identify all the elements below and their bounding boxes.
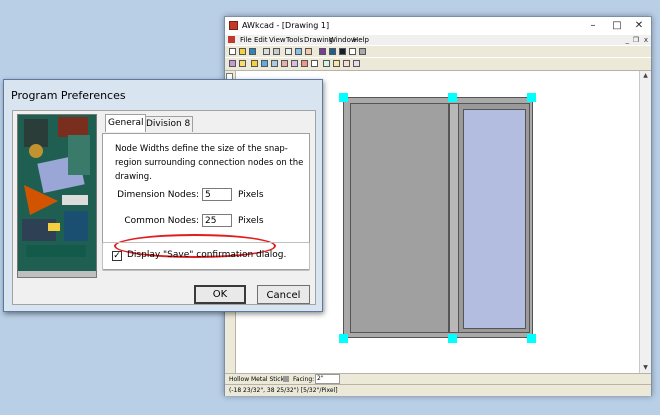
- right-panel[interactable]: [463, 109, 526, 329]
- line-icon[interactable]: [261, 60, 268, 67]
- properties-icon[interactable]: [353, 60, 360, 67]
- arc-icon[interactable]: [291, 60, 298, 67]
- display-save-checkbox[interactable]: ✓: [112, 251, 122, 261]
- stick-pick-icon[interactable]: [283, 376, 289, 382]
- common-nodes-label: Common Nodes:: [124, 216, 199, 226]
- common-nodes-input[interactable]: 25: [202, 214, 232, 227]
- menu-edit[interactable]: Edit: [254, 35, 268, 45]
- zoom-icon[interactable]: [323, 60, 330, 67]
- dialog-title: Program Preferences: [11, 89, 126, 102]
- refresh-icon[interactable]: [343, 60, 350, 67]
- cut-icon[interactable]: [285, 48, 292, 55]
- preview-icon[interactable]: [273, 48, 280, 55]
- grid-icon[interactable]: [229, 60, 236, 67]
- mdi-close-icon[interactable]: x: [644, 35, 648, 45]
- print-icon[interactable]: [263, 48, 270, 55]
- image-strip: [18, 271, 96, 277]
- dimension-nodes-unit: Pixels: [238, 190, 264, 200]
- scroll-down-icon[interactable]: ▼: [640, 363, 651, 373]
- common-nodes-unit: Pixels: [238, 216, 264, 226]
- maximize-icon[interactable]: □: [607, 17, 627, 35]
- app-logo-icon: [229, 21, 238, 30]
- mdi-minimize-icon[interactable]: _: [626, 35, 630, 45]
- mdi-restore-icon[interactable]: ❐: [633, 35, 639, 45]
- decorative-image: [17, 114, 97, 278]
- menu-tools[interactable]: Tools: [286, 35, 303, 45]
- app-title-bar: AWkcad - [Drawing 1] – □ ✕: [225, 17, 651, 35]
- save-option-group: ✓ Display "Save" confirmation dialog.: [102, 242, 310, 271]
- status-bar: (-18 23/32", 38 25/32") [5/32"/Pixel]: [225, 384, 651, 396]
- connection-node[interactable]: [448, 93, 457, 102]
- dimension-nodes-label: Dimension Nodes:: [117, 190, 199, 200]
- measure-icon[interactable]: [271, 60, 278, 67]
- tab-division-8[interactable]: Division 8: [143, 116, 194, 132]
- left-panel[interactable]: [350, 103, 449, 333]
- connection-node[interactable]: [448, 334, 457, 343]
- dialog-body: General Division 8 Node Widths define th…: [12, 110, 316, 305]
- scroll-up-icon[interactable]: ▲: [640, 71, 651, 81]
- save-icon[interactable]: [249, 48, 256, 55]
- close-icon[interactable]: ✕: [629, 17, 649, 35]
- shape-icon[interactable]: [319, 48, 326, 55]
- collage-image: [18, 115, 96, 277]
- display-save-label: Display "Save" confirmation dialog.: [127, 250, 287, 260]
- facing-input[interactable]: 2": [315, 374, 340, 384]
- node-width-description: Node Widths define the size of the snap-…: [115, 144, 304, 182]
- paste-icon[interactable]: [305, 48, 312, 55]
- connection-node[interactable]: [339, 334, 348, 343]
- coordinates-readout: (-18 23/32", 38 25/32") [5/32"/Pixel]: [229, 387, 338, 394]
- dimension-icon[interactable]: [311, 60, 318, 67]
- tab-general[interactable]: General: [105, 114, 147, 132]
- vertical-scrollbar[interactable]: ▲ ▼: [639, 71, 651, 373]
- rectangle-icon[interactable]: [339, 48, 346, 55]
- copy-icon[interactable]: [295, 48, 302, 55]
- document-icon[interactable]: [228, 36, 235, 43]
- toolbar-drawing: [225, 57, 651, 71]
- ok-button[interactable]: OK: [194, 285, 246, 304]
- fill-icon[interactable]: [329, 48, 336, 55]
- pan-icon[interactable]: [333, 60, 340, 67]
- hinge-icon[interactable]: [301, 60, 308, 67]
- draw-icon[interactable]: [281, 60, 288, 67]
- connection-node[interactable]: [527, 334, 536, 343]
- connection-node[interactable]: [527, 93, 536, 102]
- open-icon[interactable]: [239, 48, 246, 55]
- connection-node[interactable]: [339, 93, 348, 102]
- list-icon[interactable]: [359, 48, 366, 55]
- menu-help[interactable]: Help: [353, 35, 369, 45]
- new-icon[interactable]: [229, 48, 236, 55]
- text-icon[interactable]: [349, 48, 356, 55]
- minimize-icon[interactable]: –: [583, 17, 603, 35]
- menu-file[interactable]: File: [240, 35, 252, 45]
- menu-bar: File Edit View Tools Drawing Window Help…: [225, 35, 651, 45]
- dimension-nodes-input[interactable]: 5: [202, 188, 232, 201]
- program-preferences-dialog: Program Preferences General Division 8 N…: [3, 79, 323, 312]
- highlight-icon[interactable]: [251, 60, 258, 67]
- select-icon[interactable]: [239, 60, 246, 67]
- app-title: AWkcad - [Drawing 1]: [242, 21, 330, 30]
- menu-view[interactable]: View: [269, 35, 286, 45]
- cancel-button[interactable]: Cancel: [257, 285, 310, 304]
